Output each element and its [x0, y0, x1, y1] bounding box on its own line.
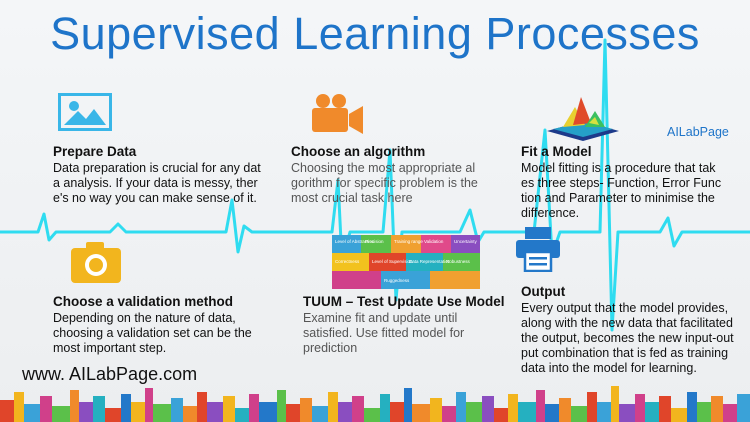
3d-surface-plot-image	[547, 97, 619, 141]
puzzle-piece-label: Training range	[394, 239, 423, 244]
puzzle-piece-label: Correctness	[335, 259, 360, 264]
prepare-data-line: e's no way you can make sense of it.	[53, 191, 257, 205]
fit-model-line: es three steps- Function, Error Func	[521, 176, 722, 190]
choose-algorithm-heading: Choose an algorithm	[291, 144, 426, 159]
section-validation: Choose a validation method Depending on …	[53, 294, 293, 356]
fit-model-line: difference.	[521, 206, 580, 220]
puzzle-piece-label: Precision	[365, 239, 384, 244]
choose-algorithm-line: most crucial task here	[291, 191, 413, 205]
puzzle-piece-label: Data Representation	[409, 259, 451, 264]
image-icon	[58, 93, 112, 131]
output-line: data into the model for learning.	[521, 361, 697, 375]
tuum-line: prediction	[303, 341, 358, 355]
puzzle-piece-label: Robustness	[446, 259, 471, 264]
puzzle-piece-label: Uncertainty	[454, 239, 478, 244]
fit-model-heading: Fit a Model	[521, 144, 592, 159]
section-prepare-data: Prepare Data Data preparation is crucial…	[53, 144, 283, 206]
prepare-data-line: a analysis. If your data is messy, ther	[53, 176, 258, 190]
section-tuum: TUUM – Test Update Use Model Examine fit…	[303, 294, 508, 356]
output-line: along with the new data that facilitated	[521, 316, 733, 330]
puzzle-piece-label: Level of Supervision	[372, 259, 413, 264]
validation-line: Depending on the nature of data,	[53, 311, 236, 325]
validation-line: choosing a validation set can be the	[53, 326, 252, 340]
output-line: Every output that the model provides,	[521, 301, 729, 315]
puzzle-piece-label: Validation	[424, 239, 444, 244]
brand-label: AILabPage	[667, 125, 729, 139]
tuum-line: satisfied. Use fitted model for	[303, 326, 465, 340]
output-line: the output, becomes the new input-out	[521, 331, 734, 345]
puzzle-image: Level of Abstraction Precision Training …	[332, 235, 480, 289]
output-heading: Output	[521, 284, 566, 299]
tuum-heading: TUUM – Test Update Use Model	[303, 294, 505, 309]
city-skyline-image	[0, 386, 750, 422]
prepare-data-heading: Prepare Data	[53, 144, 137, 159]
section-output: Output Every output that the model provi…	[521, 284, 749, 376]
puzzle-piece-label: Ruggedness	[384, 278, 410, 283]
printer-icon	[516, 227, 560, 272]
prepare-data-line: Data preparation is crucial for any dat	[53, 161, 261, 175]
section-choose-algorithm: Choose an algorithm Choosing the most ap…	[291, 144, 501, 206]
section-fit-model: Fit a Model Model fitting is a procedure…	[521, 144, 749, 221]
tuum-line: Examine fit and update until	[303, 311, 458, 325]
validation-line: most important step.	[53, 341, 167, 355]
fit-model-line: Model fitting is a procedure that tak	[521, 161, 716, 175]
choose-algorithm-line: gorithm for specific problem is the	[291, 176, 478, 190]
output-line: put combination that is fed as training	[521, 346, 729, 360]
camera-icon	[71, 242, 121, 283]
choose-algorithm-line: Choosing the most appropriate al	[291, 161, 476, 175]
fit-model-line: tion and Parameter to minimise the	[521, 191, 715, 205]
video-camera-icon	[312, 94, 363, 134]
validation-heading: Choose a validation method	[53, 294, 234, 309]
